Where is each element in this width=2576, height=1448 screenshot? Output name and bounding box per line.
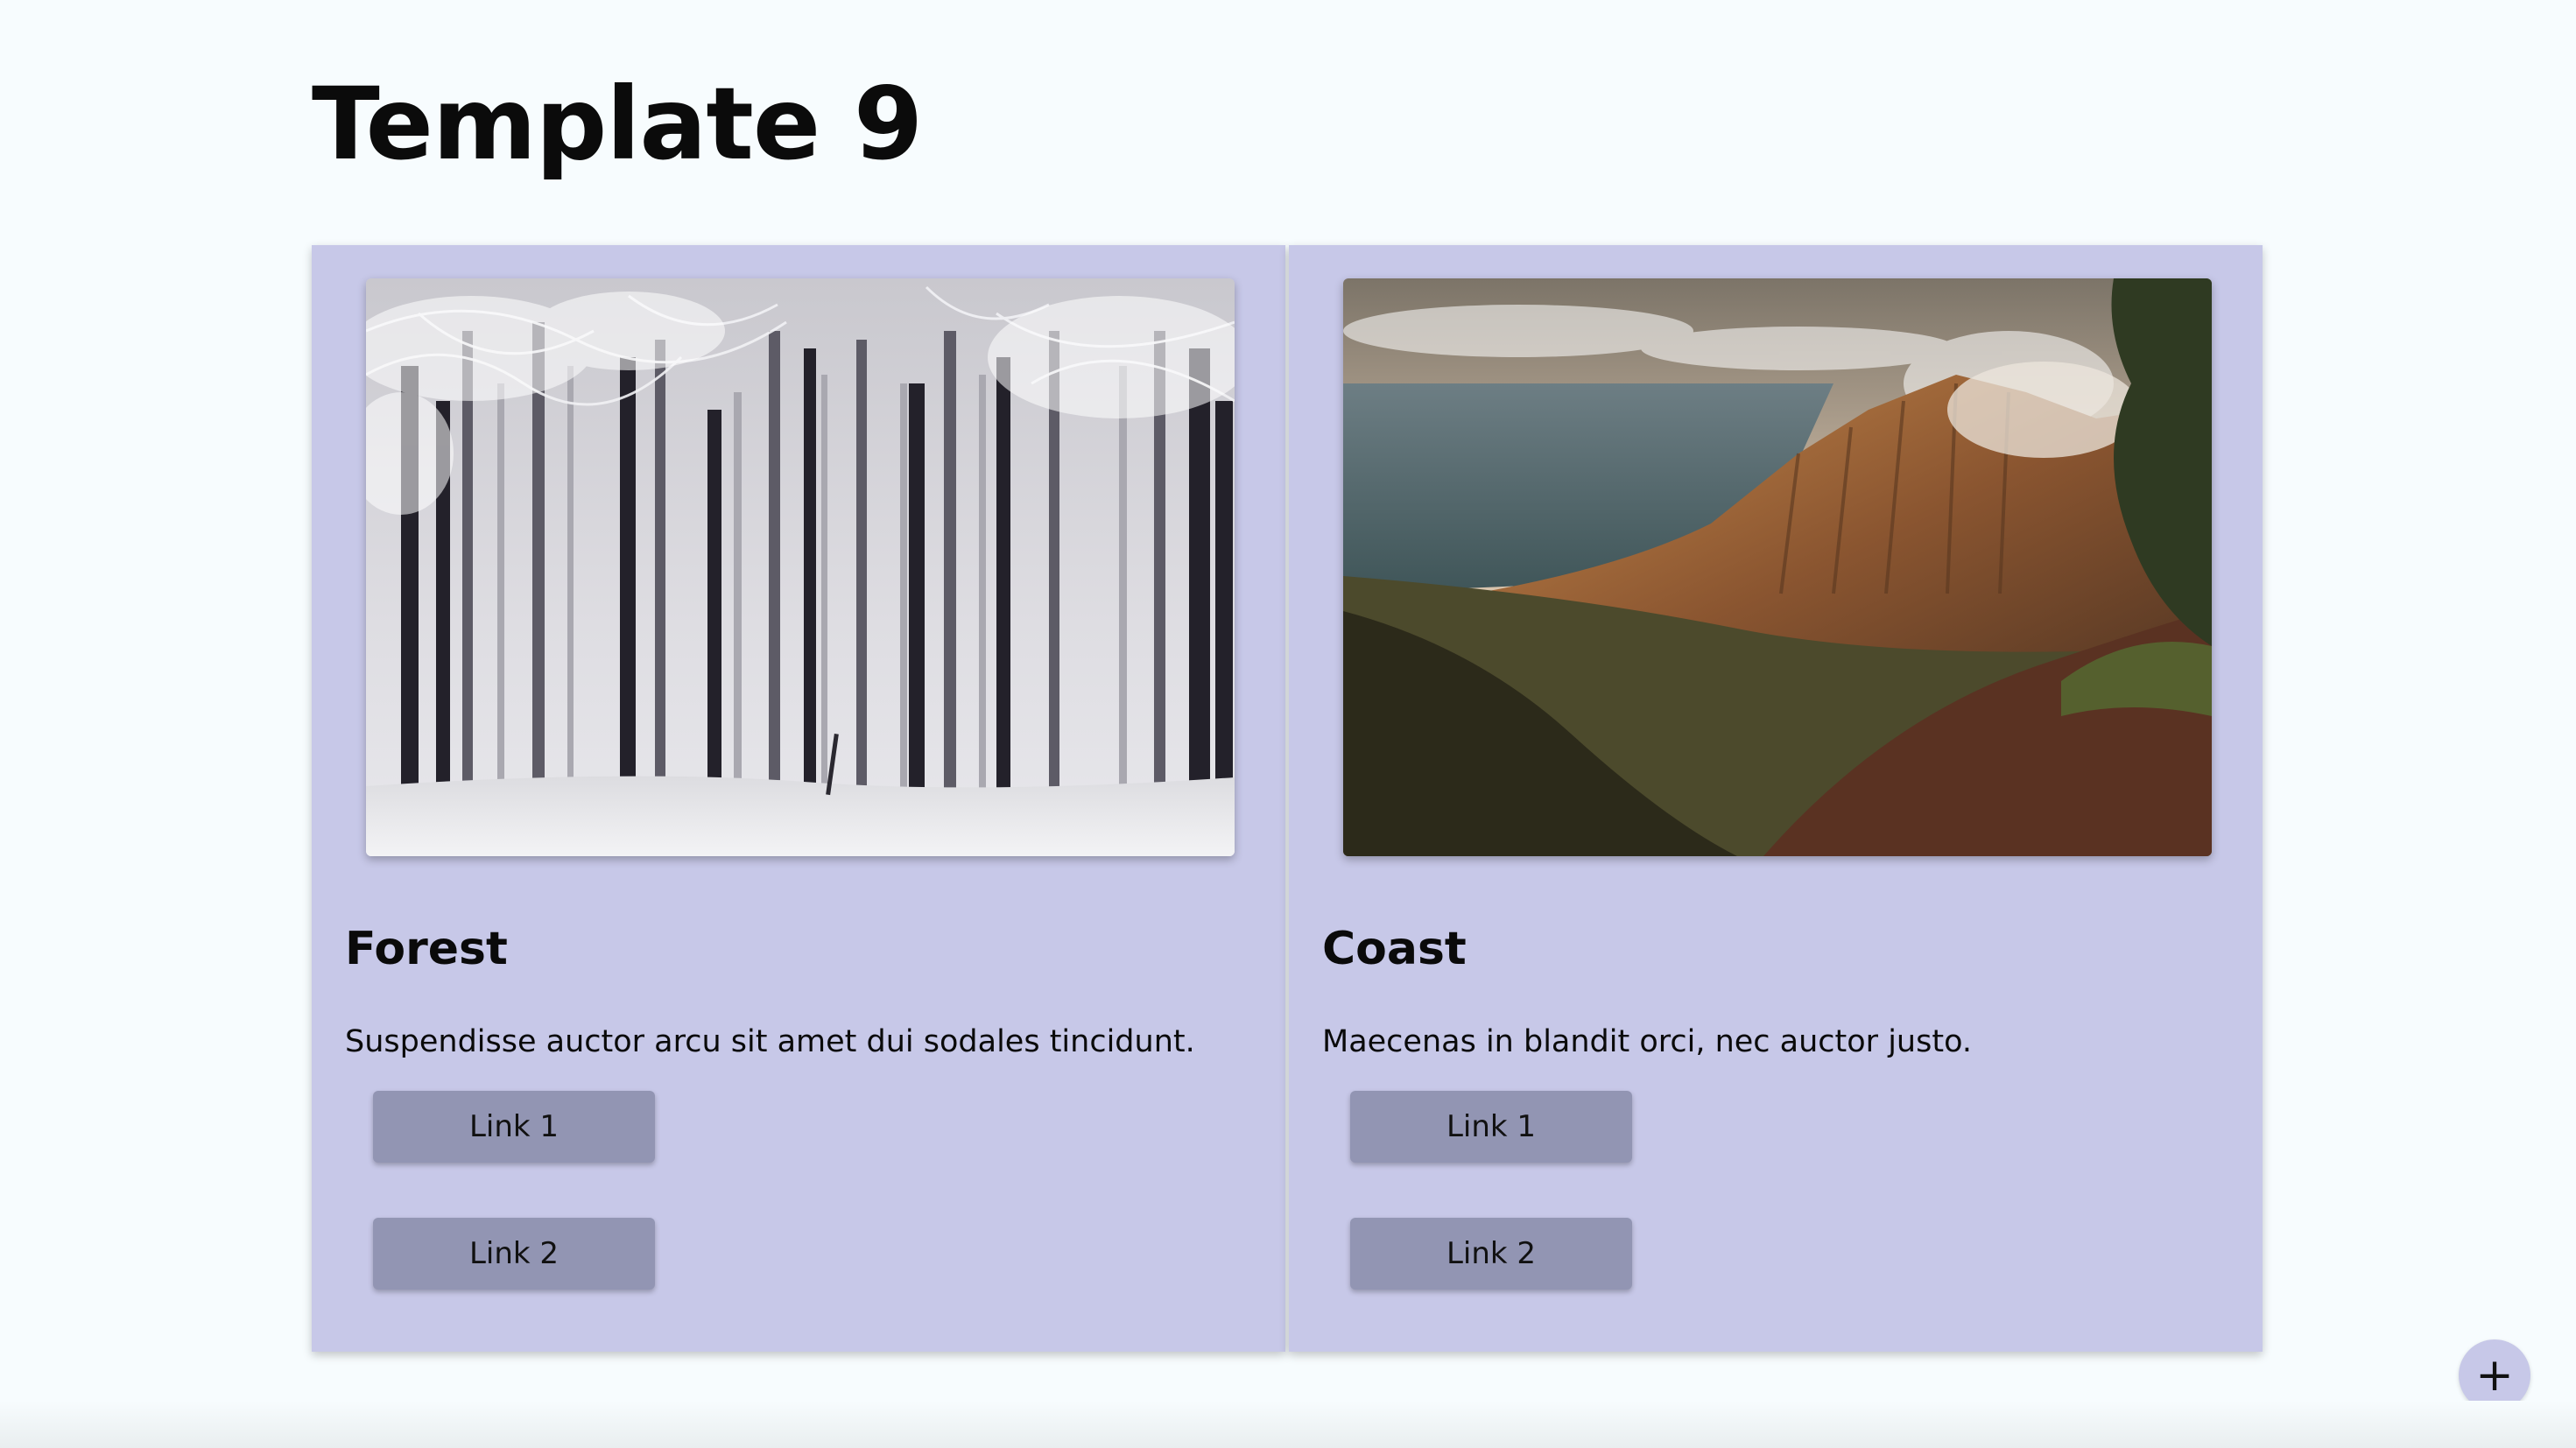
plus-icon: + [2475,1349,2514,1402]
card-description: Maecenas in blandit orci, nec auctor jus… [1322,1024,1972,1059]
forest-image [366,278,1235,856]
coast-image [1343,278,2212,856]
link-1-button[interactable]: Link 1 [1350,1091,1632,1163]
card-forest: Forest Suspendisse auctor arcu sit amet … [312,245,1285,1352]
page: Template 9 Forest Suspendisse auctor arc… [0,0,2576,1448]
mountain-coast-photo [1343,278,2212,856]
card-description: Suspendisse auctor arcu sit amet dui sod… [345,1024,1195,1059]
link-2-button[interactable]: Link 2 [1350,1218,1632,1290]
link-1-button[interactable]: Link 1 [373,1091,655,1163]
card-grid: Forest Suspendisse auctor arcu sit amet … [312,245,2263,1352]
bottom-edge [0,1401,2576,1448]
snowy-forest-photo [366,278,1235,856]
card-title: Forest [345,923,508,975]
card-coast: Coast Maecenas in blandit orci, nec auct… [1289,245,2263,1352]
page-title: Template 9 [312,66,923,182]
card-title: Coast [1322,923,1467,975]
link-2-button[interactable]: Link 2 [373,1218,655,1290]
